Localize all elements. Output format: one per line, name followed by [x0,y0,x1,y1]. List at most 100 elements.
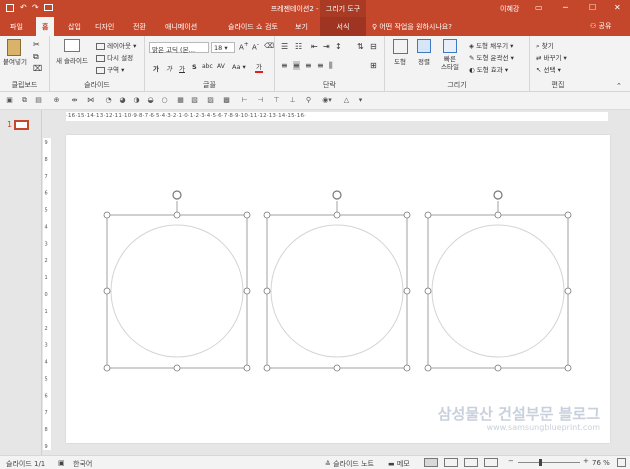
paste-button[interactable]: 붙여넣기 [3,39,27,66]
normal-view-icon[interactable] [424,458,438,467]
strikethrough-button[interactable]: S [192,63,197,71]
shape-1[interactable] [103,190,251,372]
resize-handles-1[interactable] [103,211,251,372]
toolbar-intersect-icon[interactable]: ◒ [146,96,155,105]
replace-button[interactable]: ⇄ 바꾸기 ▾ [536,52,567,62]
find-button[interactable]: ⌕ 찾기 [536,40,554,51]
toolbar-more-icon[interactable]: ▾ [356,96,365,105]
minimize-icon[interactable]: ─ [563,3,568,12]
slideshow-view-icon[interactable] [484,458,498,467]
comments-button[interactable]: ▬ 메모 [388,459,410,469]
align-right-icon[interactable]: ≡ [305,61,312,70]
toolbar-fill-icon[interactable]: ◉▾ [320,96,334,105]
select-button[interactable]: ↖ 선택 ▾ [536,64,561,74]
toolbar-align-top-icon[interactable]: ⊤ [272,96,281,105]
user-name[interactable]: 이혜강 [500,4,519,14]
tell-me-search[interactable]: ♀ 어떤 작업을 원하시나요? [372,22,452,32]
toolbar-group-icon[interactable]: ▦ [176,96,185,105]
slide-canvas[interactable] [66,135,610,443]
toolbar-back-icon[interactable]: ▩ [222,96,231,105]
toolbar-subtract-icon[interactable]: ○ [160,96,169,105]
tab-view[interactable]: 보기 [295,22,308,32]
increase-indent-icon[interactable]: ⇥ [323,42,330,51]
toolbar-paste-icon[interactable]: ▤ [34,96,43,105]
toolbar-union-icon[interactable]: ◔ [104,96,113,105]
bold-button[interactable]: 가 [153,63,159,73]
tab-home[interactable]: 홈 [36,17,55,36]
italic-button[interactable]: 가 [166,63,172,73]
toolbar-distribute-icon[interactable]: ⇹ [70,96,79,105]
zoom-out-icon[interactable]: − [508,457,514,465]
circle-shape-1[interactable] [110,224,244,358]
columns-icon[interactable]: ⫼ [329,61,333,71]
zoom-slider-thumb[interactable] [539,459,543,466]
grow-font-icon[interactable]: A+ [239,42,249,51]
bullets-icon[interactable]: ☰ [281,42,288,51]
format-painter-icon[interactable]: ⌧ [33,64,42,73]
zoom-in-icon[interactable]: + [583,457,589,465]
copy-icon[interactable]: ⧉ [33,52,39,62]
tab-animations[interactable]: 애니메이션 [165,22,197,32]
toolbar-align-left-icon[interactable]: ⊢ [240,96,249,105]
align-left-icon[interactable]: ≡ [281,61,288,70]
tab-format[interactable]: 서식 [320,17,366,36]
zoom-slider[interactable] [518,459,580,466]
resize-handles-2[interactable] [263,211,411,372]
rotate-handle-1[interactable] [172,190,182,200]
arrange-button[interactable]: 정렬 [413,39,435,66]
smartart-icon[interactable]: ⊞ [370,61,377,70]
toolbar-front-icon[interactable]: ▨ [206,96,215,105]
tab-file[interactable]: 파일 [10,22,23,32]
underline-button[interactable]: 가 [179,63,185,73]
rotate-handle-2[interactable] [332,190,342,200]
maximize-icon[interactable]: ☐ [589,3,596,12]
zoom-level[interactable]: 76 % [592,459,610,467]
tab-slideshow[interactable]: 슬라이드 쇼 [228,22,262,32]
shadow-button[interactable]: abc [202,63,213,70]
shape-2[interactable] [263,190,411,372]
change-case-button[interactable]: Aa ▾ [232,63,246,71]
justify-icon[interactable]: ≡ [317,61,324,70]
shrink-font-icon[interactable]: A- [252,42,259,51]
toolbar-copy-icon[interactable]: ⧉ [20,96,29,105]
slide-thumbnail[interactable] [14,120,29,130]
circle-shape-3[interactable] [431,224,565,358]
toolbar-shape-icon[interactable]: ▣ [5,96,14,105]
align-text-icon[interactable]: ⊟ [370,42,377,51]
notes-button[interactable]: ≙ 슬라이드 노트 [325,459,374,469]
shape-fill-button[interactable]: ◈ 도형 채우기 ▾ [469,40,513,50]
shapes-button[interactable]: 도형 [389,39,411,66]
reset-button[interactable]: 다시 설정 [96,52,133,62]
tab-insert[interactable]: 삽입 [68,22,81,32]
fit-to-window-icon[interactable] [617,458,626,467]
toolbar-node-icon[interactable]: ⋈ [86,96,95,105]
shape-outline-button[interactable]: ✎ 도형 윤곽선 ▾ [469,52,514,62]
align-center-icon[interactable]: ≡ [293,61,300,70]
layout-button[interactable]: 레이아웃 ▾ [96,40,136,50]
shape-3[interactable] [424,190,572,372]
quick-styles-button[interactable]: 빠른 스타일 [437,39,463,71]
toolbar-triangle-icon[interactable]: △ [342,96,351,105]
font-name-box[interactable]: 맑은 고딕 (본… [149,42,209,54]
toolbar-eyedropper-icon[interactable]: ⚲ [304,96,313,105]
shape-effects-button[interactable]: ◐ 도형 효과 ▾ [469,64,508,74]
character-spacing-button[interactable]: AV [217,63,225,70]
section-button[interactable]: 구역 ▾ [96,64,124,74]
tab-review[interactable]: 검토 [265,22,278,32]
decrease-indent-icon[interactable]: ⇤ [311,42,318,51]
spellcheck-icon[interactable]: ▣ [58,459,65,467]
toolbar-align-bottom-icon[interactable]: ⊥ [288,96,297,105]
tab-design[interactable]: 디자인 [95,22,114,32]
toolbar-align-right-icon[interactable]: ⊣ [256,96,265,105]
font-color-button[interactable]: 가 [255,61,263,73]
rotate-handle-3[interactable] [493,190,503,200]
toolbar-fragment-icon[interactable]: ◑ [132,96,141,105]
toolbar-align-icon[interactable]: ⊕ [52,96,61,105]
ribbon-display-icon[interactable]: ▭ [535,3,543,12]
numbering-icon[interactable]: ☷ [295,42,302,51]
share-button[interactable]: ⚇ 공유 [590,21,611,31]
cut-icon[interactable]: ✂ [33,40,40,49]
clear-format-icon[interactable]: ⌫ [264,42,274,50]
resize-handles-3[interactable] [424,211,572,372]
close-icon[interactable]: ✕ [614,3,621,12]
